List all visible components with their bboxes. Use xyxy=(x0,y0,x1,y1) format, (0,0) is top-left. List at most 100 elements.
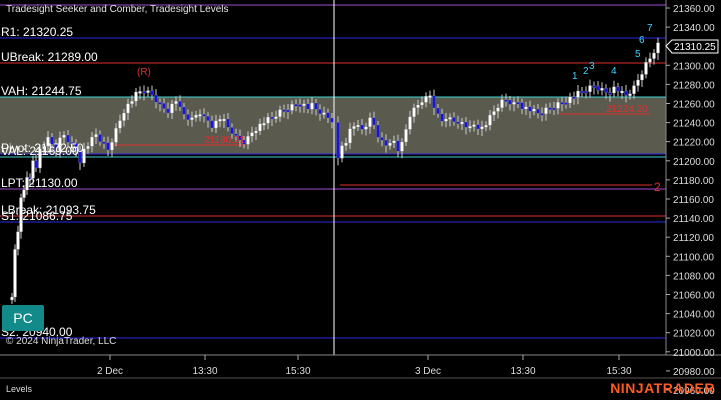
candle-body xyxy=(110,142,114,151)
time-tick-label: 13:30 xyxy=(192,366,217,377)
time-tick-label: 13:30 xyxy=(510,366,535,377)
candle-body xyxy=(476,124,480,130)
candle-body xyxy=(584,91,588,94)
annotation-level-c: 2 xyxy=(654,180,661,194)
candle-body xyxy=(198,114,202,117)
candle-body xyxy=(13,249,17,298)
candle-body xyxy=(318,109,322,114)
candle-body xyxy=(600,88,604,91)
candle-body xyxy=(122,112,126,121)
candle-body xyxy=(186,114,190,120)
candle-body xyxy=(146,90,150,93)
seq-label-3: 3 xyxy=(589,61,595,72)
candle-body xyxy=(588,85,592,92)
price-tick-label: 21220.00 xyxy=(673,138,715,149)
candle-body xyxy=(210,120,214,129)
candle-body xyxy=(632,85,636,94)
candle-body xyxy=(10,296,14,301)
candle-body xyxy=(404,129,408,143)
candle-body xyxy=(620,90,624,94)
candle-body xyxy=(162,103,166,109)
candle-body xyxy=(158,102,162,105)
candle-body xyxy=(488,114,492,126)
candle-body xyxy=(496,107,500,112)
candle-body xyxy=(608,92,612,95)
candle-body xyxy=(226,118,230,128)
candle-body xyxy=(516,102,520,105)
candle-body xyxy=(274,116,278,119)
candle-body xyxy=(340,145,344,159)
candle-body xyxy=(644,62,648,75)
candle-body xyxy=(568,96,572,104)
candle-body xyxy=(420,102,424,106)
candle-body xyxy=(628,93,632,96)
candle-body xyxy=(254,130,258,134)
candle-body xyxy=(314,102,318,110)
price-tick-label: 21280.00 xyxy=(673,80,715,91)
candle-body xyxy=(548,107,552,110)
indicator-header: Tradesight Seeker and Comber, Tradesight… xyxy=(6,4,229,15)
price-tick-label: 21160.00 xyxy=(673,195,714,206)
candle-body xyxy=(246,136,250,145)
candle-body xyxy=(564,102,568,105)
price-tick-label: 21240.00 xyxy=(673,119,715,130)
candle-body xyxy=(22,189,26,198)
price-tick-label: 21040.00 xyxy=(673,310,715,321)
candle-body xyxy=(262,123,266,126)
candle-body xyxy=(444,118,448,122)
candle-body xyxy=(580,90,584,94)
time-tick-label: 15:30 xyxy=(606,366,631,377)
candle-body xyxy=(294,104,298,107)
candle-body xyxy=(94,134,98,138)
candle-body xyxy=(330,117,334,123)
candle-body xyxy=(552,107,556,111)
candle-body xyxy=(352,126,356,129)
candle-body xyxy=(480,126,484,130)
candle-body xyxy=(616,86,620,92)
seq-label-5: 5 xyxy=(635,49,641,60)
candle-body xyxy=(290,104,294,111)
candle-body xyxy=(174,101,178,104)
level-label-r1: R1: 21320.25 xyxy=(1,25,74,39)
candle-body xyxy=(114,128,118,143)
candle-body xyxy=(460,121,464,125)
candle-body xyxy=(302,103,306,106)
candle-body xyxy=(206,116,210,121)
candle-body xyxy=(412,107,416,117)
candle-body xyxy=(384,140,388,146)
level-label-ubreak: UBreak: 21289.00 xyxy=(1,50,98,64)
last-price-label: 21310.25 xyxy=(674,42,716,53)
candle-body xyxy=(392,140,396,144)
candle-body xyxy=(368,117,372,127)
candle-body xyxy=(344,142,348,146)
price-tick-label: 21180.00 xyxy=(673,176,714,187)
candle-body xyxy=(278,109,282,117)
candle-body xyxy=(636,79,640,86)
candle-body xyxy=(298,104,302,107)
candle-body xyxy=(408,116,412,130)
candle-body xyxy=(190,117,194,120)
candle-body xyxy=(452,117,456,122)
candle-body xyxy=(520,102,524,110)
candle-body xyxy=(130,101,134,104)
candle-body xyxy=(508,99,512,105)
seq-label-6: 6 xyxy=(639,35,645,46)
candle-body xyxy=(126,103,130,114)
candle-body xyxy=(34,160,38,169)
candle-body xyxy=(166,108,170,114)
candle-body xyxy=(440,113,444,122)
candle-body xyxy=(348,128,352,144)
level-label-val: VAL: 21169.00 xyxy=(1,144,79,158)
candle-body xyxy=(612,86,616,94)
candle-body xyxy=(532,108,536,112)
candle-body xyxy=(416,104,420,108)
time-tick-label: 15:30 xyxy=(285,366,310,377)
candle-body xyxy=(648,58,652,63)
candle-body xyxy=(218,119,222,122)
pc-button[interactable]: PC xyxy=(2,305,44,331)
candle-body xyxy=(182,106,186,115)
candle-body xyxy=(604,88,608,93)
candle-body xyxy=(258,123,262,132)
candle-body xyxy=(428,95,432,98)
candle-body xyxy=(484,125,488,128)
